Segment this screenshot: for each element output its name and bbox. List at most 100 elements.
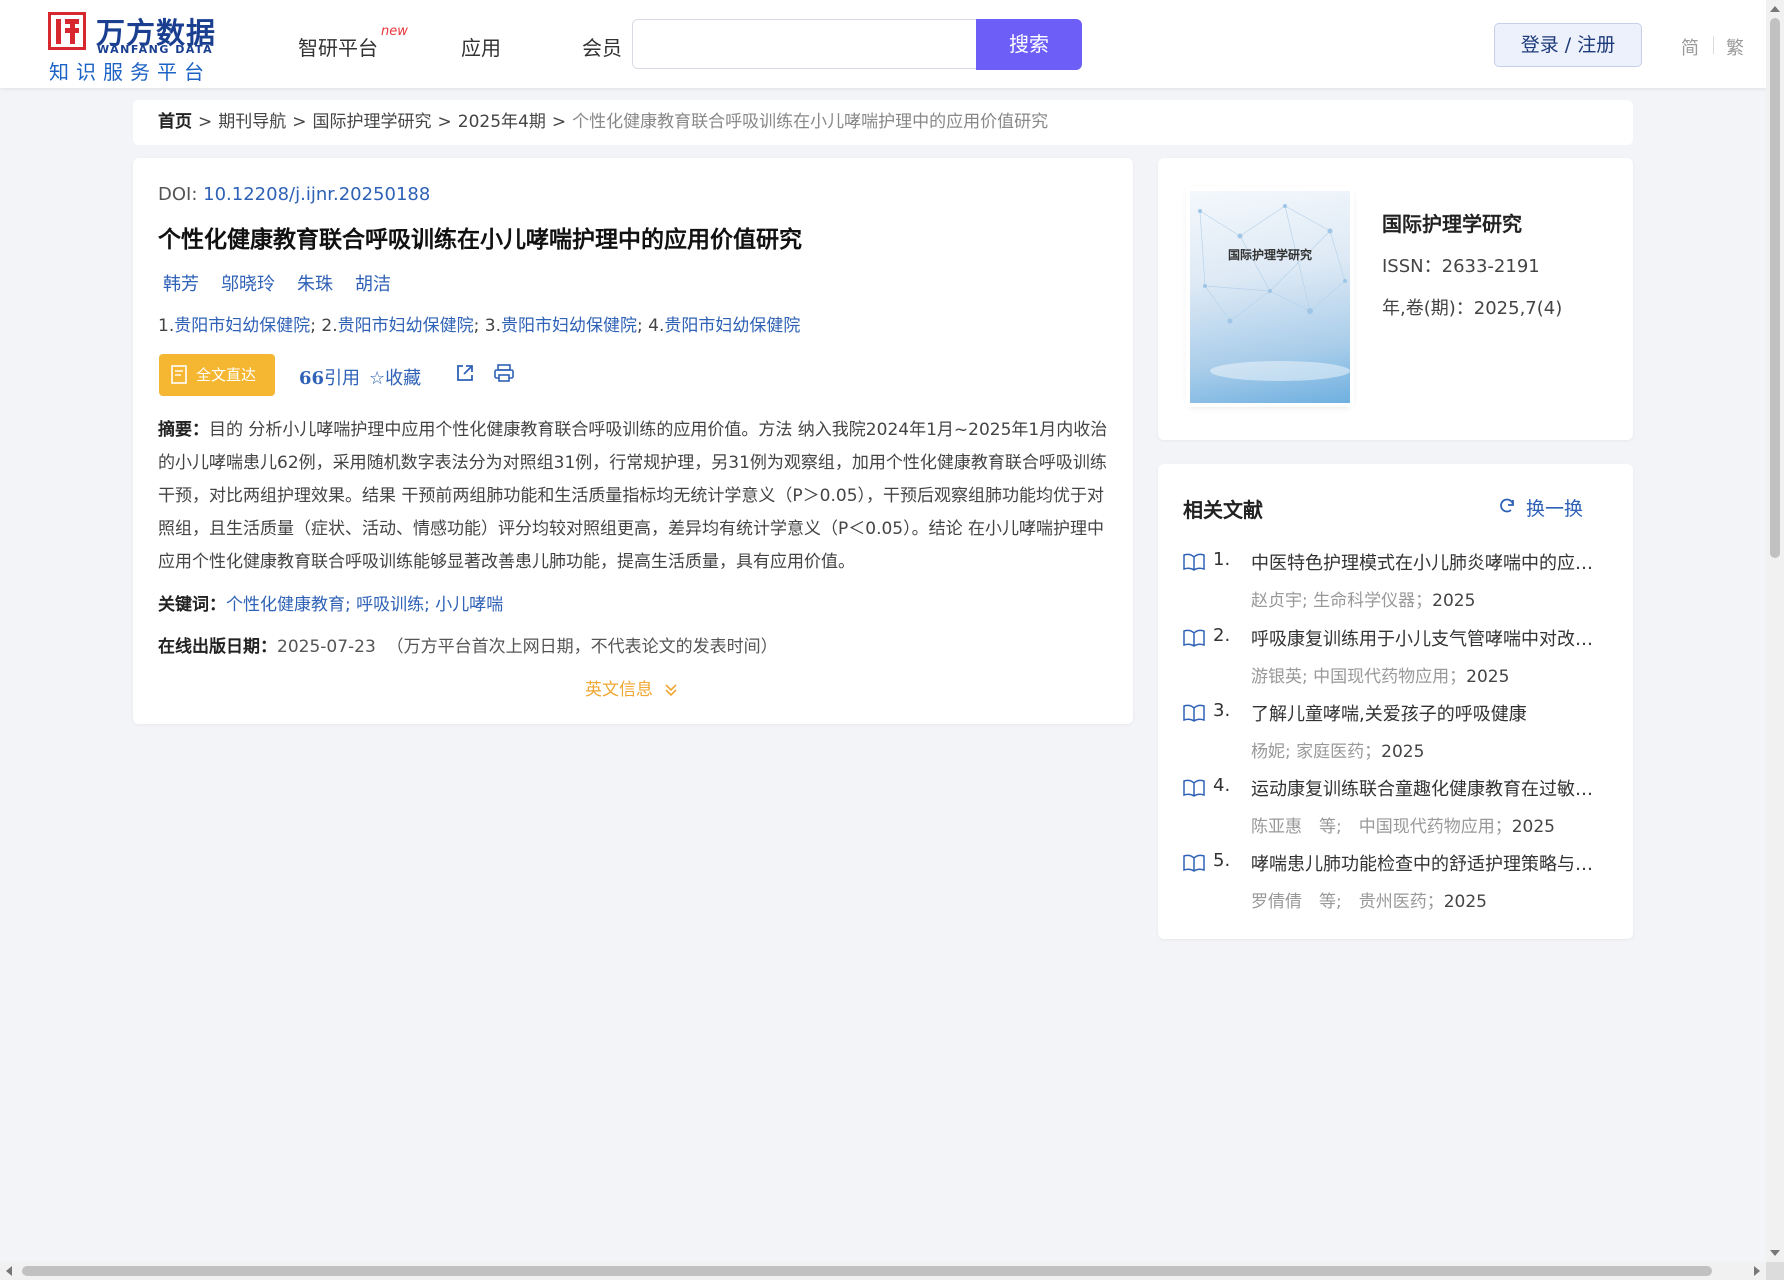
breadcrumb-journal[interactable]: 国际护理学研究 [313, 112, 432, 132]
abstract-text: 目的 分析小儿哮喘护理中应用个性化健康教育联合呼吸训练的应用价值。方法 纳入我院… [158, 420, 1108, 572]
cite-label: 引用 [324, 368, 361, 389]
affiliation-sep: ; [473, 316, 480, 336]
journal-volume: 年,卷(期)：2025,7(4) [1382, 298, 1563, 319]
nav-apps[interactable]: 应用 [461, 32, 501, 61]
lang-simplified[interactable]: 简 [1681, 34, 1699, 60]
english-info-label: 英文信息 [585, 680, 653, 700]
related-meta: 杨妮; 家庭医药；2025 [1251, 737, 1424, 762]
related-year: 2025 [1432, 591, 1476, 611]
lang-divider [1713, 36, 1714, 54]
keyword-link[interactable]: 个性化健康教育 [226, 595, 345, 615]
vertical-scroll-thumb[interactable] [1770, 18, 1780, 558]
affiliation-sep: ; [636, 316, 643, 336]
breadcrumb-issue[interactable]: 2025年4期 [458, 112, 546, 132]
keywords: 关键词：个性化健康教育; 呼吸训练; 小儿哮喘 [158, 595, 504, 615]
affiliation-link[interactable]: 贵阳市妇幼保健院 [501, 316, 637, 336]
printer-icon [494, 364, 514, 382]
doi-link[interactable]: 10.12208/j.ijnr.20250188 [203, 184, 430, 205]
related-item: 4. 运动康复训练联合童趣化健康教育在过敏性哮喘患儿中的应用 陈亚惠 等; 中国… [1183, 775, 1613, 849]
login-register-button[interactable]: 登录 / 注册 [1494, 23, 1642, 67]
quote-icon: 66 [299, 368, 325, 389]
related-year: 2025 [1466, 667, 1510, 687]
lang-traditional[interactable]: 繁 [1726, 34, 1744, 60]
author-link[interactable]: 胡洁 [355, 274, 391, 295]
keywords-label: 关键词： [158, 595, 226, 615]
nav-membership[interactable]: 会员 [582, 32, 622, 61]
fulltext-label: 全文直达 [196, 366, 257, 384]
book-icon [1183, 779, 1205, 797]
related-title[interactable]: 运动康复训练联合童趣化健康教育在过敏性哮喘患儿中的应用 [1251, 775, 1601, 801]
wanfang-logo[interactable]: 万方数据 WANFANG DATA 知识服务平台 [48, 10, 218, 84]
related-title[interactable]: 了解儿童哮喘,关爱孩子的呼吸健康 [1251, 700, 1601, 726]
journal-cover[interactable]: 国际护理学研究 [1190, 191, 1350, 403]
related-source: 杨妮; 家庭医药； [1251, 742, 1382, 762]
related-item: 1. 中医特色护理模式在小儿肺炎哮喘中的应用效果 赵贞宇; 生命科学仪器；202… [1183, 549, 1613, 623]
breadcrumb-home[interactable]: 首页 [158, 112, 192, 132]
book-icon [1183, 704, 1205, 722]
author-link[interactable]: 韩芳 [163, 274, 199, 295]
affiliation-sep: ; [310, 316, 316, 336]
refresh-label: 换一换 [1526, 498, 1584, 520]
related-num: 4. [1213, 775, 1231, 796]
author-link[interactable]: 朱珠 [297, 274, 333, 295]
related-num: 5. [1213, 850, 1231, 871]
affiliation-link[interactable]: 贵阳市妇幼保健院 [338, 316, 474, 336]
related-title[interactable]: 哮喘患儿肺功能检查中的舒适护理策略与实践探讨 [1251, 850, 1601, 876]
scroll-down-arrow-icon[interactable] [1770, 1250, 1780, 1256]
english-info-toggle[interactable]: 英文信息 [585, 675, 678, 700]
author-list: 韩芳 邬晓玲 朱珠 胡洁 [163, 270, 413, 296]
star-icon: ☆ [369, 368, 386, 389]
refresh-button[interactable]: 换一换 [1500, 494, 1584, 521]
share-button[interactable] [455, 363, 475, 388]
abstract: 摘要：目的 分析小儿哮喘护理中应用个性化健康教育联合呼吸训练的应用价值。方法 纳… [158, 414, 1118, 579]
journal-card: 国际护理学研究 国际护理学研究 ISSN：2633-2191 年,卷(期)：20… [1158, 158, 1633, 440]
breadcrumb: 首页 > 期刊导航 > 国际护理学研究 >2025年4期 > 个性化健康教育联合呼吸训练在小儿… [133, 100, 1633, 145]
search-button[interactable]: 搜索 [976, 19, 1082, 70]
related-source: 游银英; 中国现代药物应用； [1251, 667, 1467, 687]
search-input[interactable] [632, 19, 976, 69]
vertical-scrollbar[interactable] [1766, 0, 1784, 1262]
keyword-link[interactable]: 小儿哮喘 [435, 595, 503, 615]
author-link[interactable]: 邬晓玲 [221, 274, 275, 295]
related-num: 3. [1213, 700, 1231, 721]
publish-date: 在线出版日期：2025-07-23 （万方平台首次上网日期，不代表论文的发表时间… [158, 632, 778, 657]
book-icon [1183, 629, 1205, 647]
related-meta: 陈亚惠 等; 中国现代药物应用；2025 [1251, 812, 1555, 837]
favorite-button[interactable]: ☆收藏 [369, 364, 421, 390]
journal-name[interactable]: 国际护理学研究 [1382, 208, 1522, 237]
horizontal-scroll-thumb[interactable] [22, 1266, 1712, 1276]
new-badge: new [381, 24, 408, 39]
related-item: 5. 哮喘患儿肺功能检查中的舒适护理策略与实践探讨 罗倩倩 等; 贵州医药；20… [1183, 850, 1613, 924]
print-button[interactable] [493, 363, 515, 388]
affiliation-link[interactable]: 贵阳市妇幼保健院 [174, 316, 310, 336]
related-source: 赵贞宇; 生命科学仪器； [1251, 591, 1433, 611]
breadcrumb-sep: > [292, 112, 307, 132]
nav-zhiyan[interactable]: 智研平台 [298, 32, 378, 61]
cite-button[interactable]: 66引用 [299, 364, 360, 390]
scrollbar-corner [1766, 1262, 1784, 1280]
cover-title: 国际护理学研究 [1227, 248, 1312, 262]
book-icon [1183, 553, 1205, 571]
related-year: 2025 [1381, 742, 1425, 762]
affiliation-num: 2. [321, 316, 338, 336]
horizontal-scrollbar[interactable] [0, 1262, 1766, 1280]
affiliation-num: 1. [158, 316, 175, 336]
journal-issn: ISSN：2633-2191 [1382, 256, 1540, 277]
related-title[interactable]: 呼吸康复训练用于小儿支气管哮喘中对改善肺功能的效果 [1251, 625, 1601, 651]
affiliation-link[interactable]: 贵阳市妇幼保健院 [664, 316, 800, 336]
scroll-up-arrow-icon[interactable] [1770, 6, 1780, 12]
doi-line: DOI: 10.12208/j.ijnr.20250188 [158, 184, 430, 205]
related-title[interactable]: 中医特色护理模式在小儿肺炎哮喘中的应用效果 [1251, 549, 1601, 575]
favorite-label: 收藏 [385, 368, 422, 389]
keyword-link[interactable]: 呼吸训练 [356, 595, 424, 615]
breadcrumb-sep: > [551, 112, 567, 132]
fulltext-button[interactable]: 全文直达 [159, 354, 275, 396]
scroll-left-arrow-icon[interactable] [6, 1266, 12, 1276]
affiliation-num: 3. [484, 316, 501, 336]
related-num: 1. [1213, 549, 1231, 570]
related-meta: 罗倩倩 等; 贵州医药；2025 [1251, 887, 1487, 912]
related-meta: 游银英; 中国现代药物应用；2025 [1251, 662, 1509, 687]
breadcrumb-journal-nav[interactable]: 期刊导航 [218, 112, 286, 132]
related-source: 罗倩倩 等; 贵州医药； [1251, 892, 1444, 912]
scroll-right-arrow-icon[interactable] [1754, 1266, 1760, 1276]
